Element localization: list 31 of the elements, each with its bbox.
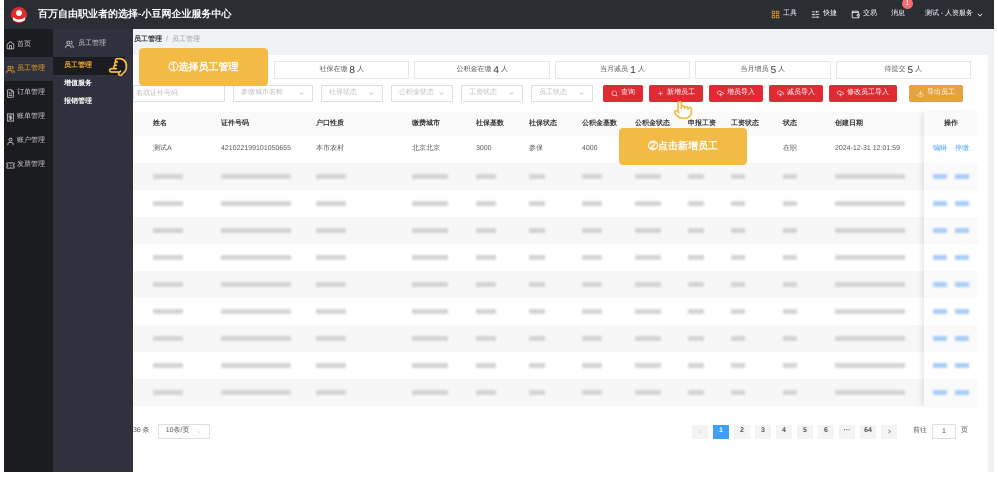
chevron-down-icon [298, 90, 305, 97]
callout-bubble: ②点击新增员工 [619, 128, 747, 165]
callout-bubble: ①选择员工管理 [139, 48, 268, 86]
next-page-button[interactable] [881, 424, 897, 438]
invoice-icon [6, 160, 15, 170]
chevron-down-icon [578, 90, 585, 97]
grid-icon [770, 10, 780, 19]
download-icon [917, 90, 924, 97]
chevron-down-icon [196, 428, 202, 434]
app-title: 百万自由职业者的选择-小豆网企业服务中心 [38, 7, 232, 22]
logo-icon [10, 6, 28, 24]
chevron-down-icon [438, 90, 445, 97]
cloud-icon [717, 90, 724, 97]
search-icon [611, 90, 618, 97]
home-icon [6, 40, 15, 50]
bill-icon [6, 112, 15, 122]
order-icon [6, 88, 15, 98]
cloud-icon [837, 90, 844, 97]
people-icon [65, 40, 74, 48]
chevron-down-icon [368, 90, 375, 97]
plus-icon [657, 90, 664, 97]
wallet-icon [850, 10, 860, 19]
cloud-icon [777, 90, 784, 97]
chevron-left-icon [696, 428, 704, 435]
chevron-right-icon [886, 428, 892, 435]
previous-page-button[interactable] [692, 424, 708, 438]
pointing-hand-icon [108, 57, 128, 77]
sliders-icon [810, 10, 820, 19]
staff-icon [6, 64, 15, 74]
chevron-down-icon [508, 90, 515, 97]
account-icon [6, 136, 15, 146]
